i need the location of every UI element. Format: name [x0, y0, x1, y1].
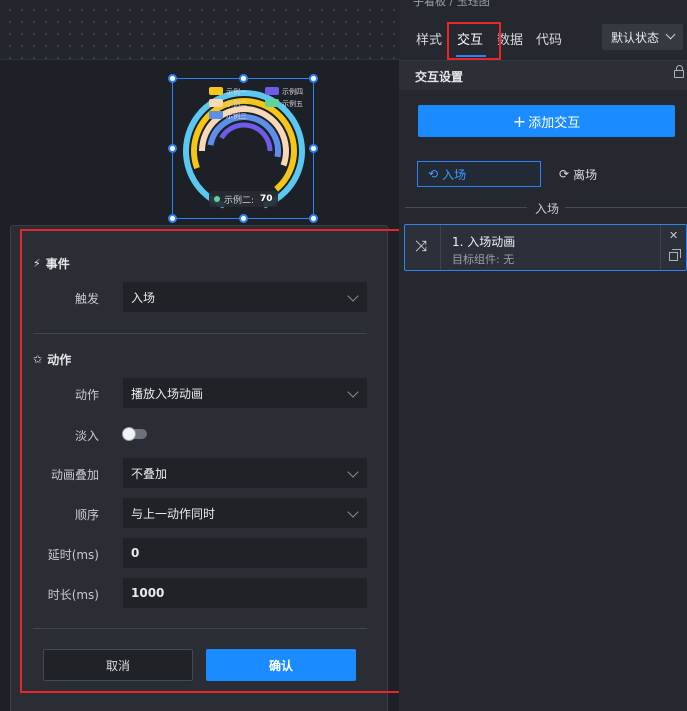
phase-enter-button[interactable]: ⟲ 入场 — [417, 161, 541, 187]
tab-style[interactable]: 样式 — [416, 29, 442, 48]
plus-icon: + — [512, 111, 527, 131]
chart-tooltip: 示例二: 70 — [209, 191, 278, 207]
legend-swatch — [209, 111, 223, 119]
selected-chart-widget[interactable]: 示例一示例二示例三 示例四示例五 示例二: 70 — [172, 78, 314, 219]
legend-label: 示例三 — [226, 111, 247, 120]
resize-handle-t[interactable] — [239, 74, 248, 83]
legend-label: 示例二 — [226, 99, 247, 108]
card-divider-right — [660, 225, 661, 270]
phase-leave-button[interactable]: ⟳ 离场 — [549, 161, 675, 187]
chart-ring-5 — [219, 122, 273, 152]
shuffle-icon: ⤨ — [415, 237, 428, 255]
resize-handle-tr[interactable] — [309, 74, 318, 83]
card-title: 1. 入场动画 — [452, 235, 516, 249]
leave-arrow-icon: ⟳ — [559, 167, 570, 181]
resize-handle-br[interactable] — [309, 214, 318, 223]
separator-label: 入场 — [535, 202, 560, 216]
enter-arrow-icon: ⟲ — [428, 167, 439, 181]
legend-label: 示例四 — [282, 87, 303, 96]
separator-line-right — [565, 207, 687, 208]
tooltip-dot-icon — [214, 196, 220, 202]
chevron-down-icon — [665, 29, 676, 40]
close-icon[interactable]: ✕ — [669, 229, 678, 242]
card-divider — [440, 225, 441, 270]
tab-code[interactable]: 代码 — [536, 29, 562, 48]
resize-handle-b[interactable] — [239, 214, 248, 223]
tooltip-value: 70 — [260, 194, 273, 204]
resize-handle-r[interactable] — [309, 144, 318, 153]
resize-handle-tl[interactable] — [168, 74, 177, 83]
interaction-card[interactable]: ⤨ 1. 入场动画 目标组件: 无 ✕ — [404, 224, 687, 271]
legend-label: 示例一 — [226, 87, 247, 96]
separator-line-left — [405, 207, 527, 208]
legend-swatch — [265, 87, 279, 95]
legend-swatch — [209, 87, 223, 95]
resize-handle-bl[interactable] — [168, 214, 177, 223]
section-header: 交互设置 — [399, 60, 687, 90]
canvas-dot-grid — [0, 0, 399, 60]
copy-icon[interactable] — [669, 249, 681, 261]
breadcrumb: 子看板 / 玉珏图 — [413, 0, 490, 8]
state-select[interactable]: 默认状态 — [602, 24, 683, 50]
add-interaction-button[interactable]: + 添加交互 — [418, 105, 675, 137]
annotation-box-dialog — [20, 229, 405, 693]
section-title: 交互设置 — [415, 70, 464, 84]
legend-swatch — [209, 99, 223, 107]
card-subtitle: 目标组件: 无 — [452, 253, 515, 266]
lock-icon[interactable] — [674, 65, 684, 78]
legend-label: 示例五 — [282, 99, 303, 108]
annotation-box-tab — [447, 22, 501, 60]
properties-panel: 子看板 / 玉珏图 样式 交互 数据 代码 默认状态 交互设置 + 添加交互 ⟲… — [399, 0, 687, 711]
legend-swatch — [265, 99, 279, 107]
tooltip-series: 示例二: — [224, 195, 255, 206]
resize-handle-l[interactable] — [168, 144, 177, 153]
